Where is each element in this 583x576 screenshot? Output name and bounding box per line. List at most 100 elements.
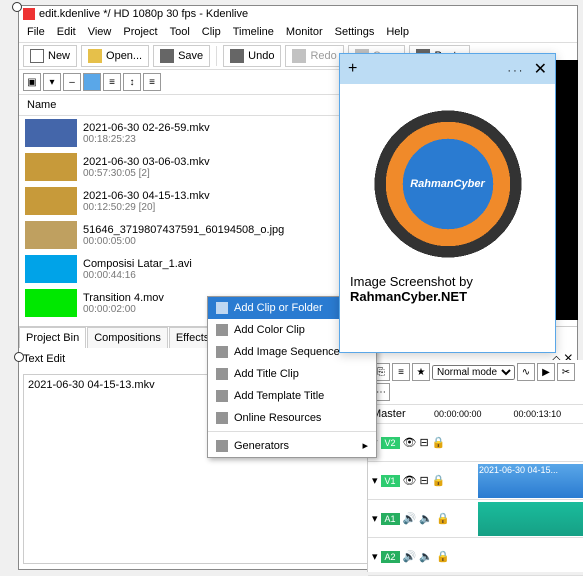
close-overlay-icon[interactable]: ✕ <box>534 61 547 78</box>
menu-edit[interactable]: Edit <box>57 26 76 38</box>
menu-monitor[interactable]: Monitor <box>286 26 323 38</box>
clip-name: 2021-06-30 02-26-59.mkv <box>83 122 210 134</box>
clip-duration: 00:12:50:29 [20] <box>83 202 210 213</box>
save-icon <box>160 49 174 63</box>
hide-icon[interactable]: ⊟ <box>420 474 429 487</box>
more-icon[interactable]: ··· <box>507 65 524 77</box>
lock-icon[interactable]: 🔒 <box>432 436 446 449</box>
track-body[interactable]: 2021-06-30 04-15... <box>478 462 583 499</box>
track-header: ▾ V2 👁 ⊟ 🔒 <box>368 436 478 449</box>
timeline-ruler-row: Master 00:00:00:00 00:00:13:10 <box>368 405 583 424</box>
mute-icon[interactable]: 👁 <box>403 474 417 487</box>
undo-button[interactable]: Undo <box>223 45 281 67</box>
clip-duration: 00:00:44:16 <box>83 270 192 281</box>
redo-button[interactable]: Redo <box>285 45 343 67</box>
overlay-body: RahmanCyber Image Screenshot by RahmanCy… <box>340 84 555 314</box>
text-edit-filename: 2021-06-30 04-15-13.mkv <box>28 379 155 391</box>
mode-select[interactable]: Normal mode <box>432 365 515 380</box>
track-body[interactable] <box>478 500 583 537</box>
track-tag: V1 <box>381 475 400 487</box>
clip-name: 2021-06-30 04-15-13.mkv <box>83 190 210 202</box>
lock-icon[interactable]: 🔒 <box>436 512 450 525</box>
delete-icon[interactable]: – <box>63 73 81 91</box>
audio-clip[interactable] <box>478 502 583 536</box>
new-button[interactable]: New <box>23 45 77 67</box>
undo-icon <box>230 49 244 63</box>
mute-icon[interactable]: 🔊 <box>403 550 417 563</box>
tl-star-icon[interactable]: ★ <box>412 363 430 381</box>
menu-project[interactable]: Project <box>123 26 157 38</box>
timeline-track[interactable]: ▾ A2 🔊 🔈 🔒 <box>368 538 583 576</box>
menu-tool[interactable]: Tool <box>170 26 190 38</box>
mute-icon[interactable]: 🔊 <box>403 512 417 525</box>
tab-compositions[interactable]: Compositions <box>87 327 168 348</box>
tag-blue-icon[interactable] <box>83 73 101 91</box>
logo-image: RahmanCyber <box>368 104 528 264</box>
track-tag: V2 <box>381 437 400 449</box>
open-button[interactable]: Open... <box>81 45 149 67</box>
tl-stack-icon[interactable]: ≡ <box>392 363 410 381</box>
ctx-item[interactable]: Add Template Title <box>208 385 376 407</box>
ctx-icon <box>216 346 228 358</box>
dropdown-icon[interactable]: ▾ <box>43 73 61 91</box>
ctx-item[interactable]: Add Title Clip <box>208 363 376 385</box>
clip-name: Transition 4.mov <box>83 292 164 304</box>
thumbnail <box>25 289 77 317</box>
timeline-panel: ⎘ ≡ ★ Normal mode ∿ ▶ ✂ ⋯ Master 00:00:0… <box>367 360 583 572</box>
clip-duration: 00:57:30:05 [2] <box>83 168 210 179</box>
ruler-t1: 00:00:13:10 <box>514 409 562 419</box>
hide-icon[interactable]: 🔈 <box>419 550 433 563</box>
timeline-track[interactable]: ▾ A1 🔊 🔈 🔒 <box>368 500 583 538</box>
menu-timeline[interactable]: Timeline <box>233 26 274 38</box>
menu-file[interactable]: File <box>27 26 45 38</box>
track-body[interactable] <box>478 538 583 575</box>
lock-icon[interactable]: 🔒 <box>436 550 450 563</box>
text-edit-title: Text Edit <box>23 353 65 365</box>
tl-cut-icon[interactable]: ✂ <box>557 363 575 381</box>
menu-view[interactable]: View <box>88 26 112 38</box>
menu-help[interactable]: Help <box>386 26 409 38</box>
titlebar: edit.kdenlive */ HD 1080p 30 fps - Kdenl… <box>19 6 577 22</box>
mute-icon[interactable]: 👁 <box>403 436 417 449</box>
clip-name: 51646_3719807437591_60194508_o.jpg <box>83 224 284 236</box>
overlay-caption1: Image Screenshot by <box>350 274 545 289</box>
tl-play-icon[interactable]: ▶ <box>537 363 555 381</box>
app-icon <box>23 8 35 20</box>
new-tab-icon[interactable]: + <box>348 60 357 78</box>
folder-icon <box>88 49 102 63</box>
add-clip-icon[interactable]: ▣ <box>23 73 41 91</box>
chevron-down-icon[interactable]: ▾ <box>372 512 378 525</box>
ctx-item[interactable]: Online Resources <box>208 407 376 429</box>
timeline-track[interactable]: ▾ V1 👁 ⊟ 🔒 2021-06-30 04-15... <box>368 462 583 500</box>
chevron-down-icon[interactable]: ▾ <box>372 550 378 563</box>
track-header: ▾ A2 🔊 🔈 🔒 <box>368 550 478 563</box>
redo-icon <box>292 49 306 63</box>
track-body[interactable] <box>478 424 583 461</box>
hide-icon[interactable]: ⊟ <box>420 436 429 449</box>
ctx-icon <box>216 324 228 336</box>
clip-duration: 00:00:02:00 <box>83 304 164 315</box>
save-button[interactable]: Save <box>153 45 210 67</box>
tl-snap-icon[interactable]: ∿ <box>517 363 535 381</box>
menu-clip[interactable]: Clip <box>202 26 221 38</box>
ctx-icon <box>216 440 228 452</box>
chevron-down-icon[interactable]: ▾ <box>372 474 378 487</box>
new-icon <box>30 49 44 63</box>
menu-settings[interactable]: Settings <box>335 26 375 38</box>
window-title: edit.kdenlive */ HD 1080p 30 fps - Kdenl… <box>39 8 248 20</box>
thumbnail <box>25 221 77 249</box>
overlay-caption2: RahmanCyber.NET <box>350 289 545 304</box>
video-clip[interactable]: 2021-06-30 04-15... <box>478 464 583 498</box>
view-icon[interactable]: ≡ <box>103 73 121 91</box>
lock-icon[interactable]: 🔒 <box>432 474 446 487</box>
sort-icon[interactable]: ↕ <box>123 73 141 91</box>
ctx-icon <box>216 368 228 380</box>
thumbnail <box>25 187 77 215</box>
timeline-track[interactable]: ▾ V2 👁 ⊟ 🔒 <box>368 424 583 462</box>
ctx-item[interactable]: Generators▸ <box>208 434 376 457</box>
hide-icon[interactable]: 🔈 <box>419 512 433 525</box>
options-icon[interactable]: ≡ <box>143 73 161 91</box>
clip-name: 2021-06-30 03-06-03.mkv <box>83 156 210 168</box>
ctx-icon <box>216 302 228 314</box>
tab-project-bin[interactable]: Project Bin <box>19 327 86 348</box>
